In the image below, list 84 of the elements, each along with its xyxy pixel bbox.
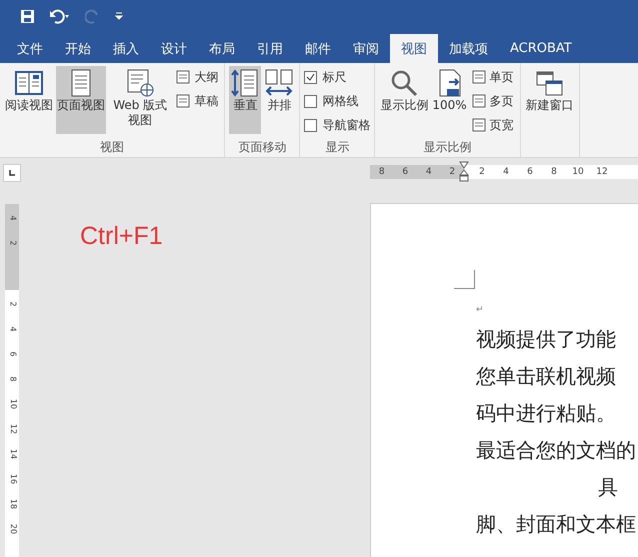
vertical-scroll-icon [230,68,260,98]
group-label: 页面移动 [237,139,288,156]
ribbon-tab[interactable]: 加载项 [438,34,499,63]
ribbon-button[interactable]: 并排 [263,66,296,134]
quick-access-button[interactable] [49,8,71,24]
checkbox[interactable] [304,70,318,84]
ribbon-button[interactable]: 垂直 [229,66,262,134]
ribbon-tab[interactable]: 审阅 [342,34,390,63]
ribbon-tab[interactable]: 视图 [390,34,438,63]
ruler-number: 2 [448,167,456,177]
ruler-number: 8 [550,167,558,177]
ruler-number: 4 [502,167,510,177]
checkbox-label: 网格线 [322,92,358,110]
ruler-number: 2 [8,301,18,307]
ribbon-button[interactable]: 大纲 [174,66,220,88]
quick-access-button[interactable] [20,8,35,24]
ribbon-button[interactable]: Web 版式视图 [108,66,172,134]
ruler-number: 4 [8,326,18,332]
checkbox[interactable] [304,118,318,132]
checkbox-label: 标尺 [322,68,346,86]
group-label: 显示 [324,139,350,156]
quick-access-button[interactable] [114,11,124,21]
document-text: 具 [598,475,618,499]
ribbon-button[interactable]: 单页 [470,66,516,88]
undo-icon [49,8,71,24]
side-by-side-icon [264,68,294,98]
ribbon-button[interactable]: 页面视图 [56,66,106,134]
document-text: 视频提供了功能 [476,327,616,351]
ruler-number: 20 [8,524,18,534]
margin-corner-mark [454,270,475,289]
ribbon-tab[interactable]: 文件 [6,34,54,63]
group-label: 视图 [99,139,126,156]
ribbon-button[interactable]: 100% [431,66,468,134]
ruler-number: 2 [8,240,18,246]
ruler-number: 18 [8,498,18,510]
ribbon-button[interactable]: 新建窗口 [524,66,575,134]
ruler-number: 8 [8,376,18,382]
group-label: 显示比例 [422,139,473,156]
checkbox[interactable] [304,94,318,108]
ribbon-button[interactable]: 多页 [470,90,516,112]
shortcut-annotation: Ctrl+F1 [80,222,163,250]
tab-stop-icon [8,169,16,177]
small-page-icon [472,94,486,108]
ruler-number: 10 [571,167,585,177]
small-page-icon [472,118,486,132]
ruler-number: 12 [595,167,609,177]
ribbon-tab[interactable]: 布局 [198,34,246,63]
document-text: 您单击联机视频 [476,364,616,388]
open-book-icon [14,68,44,98]
small-page-icon [176,94,190,108]
ruler-number: 6 [8,351,18,357]
ruler-number: 14 [8,448,18,460]
paragraph-mark: ↵ [476,305,485,315]
save-icon [20,8,35,24]
page-globe-icon [125,68,156,98]
document-text: 最适合您的文档的 [476,438,636,462]
ruler-number: 4 [8,215,18,221]
ribbon-tab[interactable]: 引用 [246,34,294,63]
ruler-number: 6 [526,167,534,177]
ruler-number: 16 [8,474,18,484]
ruler-number: 12 [8,424,18,434]
ruler-number: 8 [378,167,386,177]
small-page-icon [472,70,486,84]
ruler-number: 2 [478,167,486,177]
checkbox-label: 导航窗格 [322,116,370,134]
ribbon-button[interactable]: 页宽 [470,114,516,136]
ribbon-button[interactable]: 草稿 [174,90,220,112]
ribbon-tab[interactable]: 设计 [150,34,198,63]
ribbon-button[interactable]: 显示比例 [379,66,430,134]
magnifier-icon [389,68,420,98]
ruler-number: 6 [401,167,410,177]
ribbon-tab[interactable]: 邮件 [294,34,342,63]
tab-stop-selector[interactable] [3,164,21,182]
ribbon-tab[interactable]: ACROBAT [499,34,583,63]
ribbon-tab[interactable]: 开始 [54,34,102,63]
redo-icon [85,8,100,24]
small-page-icon [176,70,190,84]
ruler-number: 10 [8,398,18,410]
document-text: 码中进行粘贴。 [476,401,616,425]
ribbon-button[interactable]: 阅读视图 [4,66,54,134]
ribbon-tab[interactable]: 插入 [102,34,150,63]
document-text: 脚、封面和文本框 [476,512,636,536]
ruler-number: 4 [424,167,433,177]
dropdown-icon [114,11,124,21]
